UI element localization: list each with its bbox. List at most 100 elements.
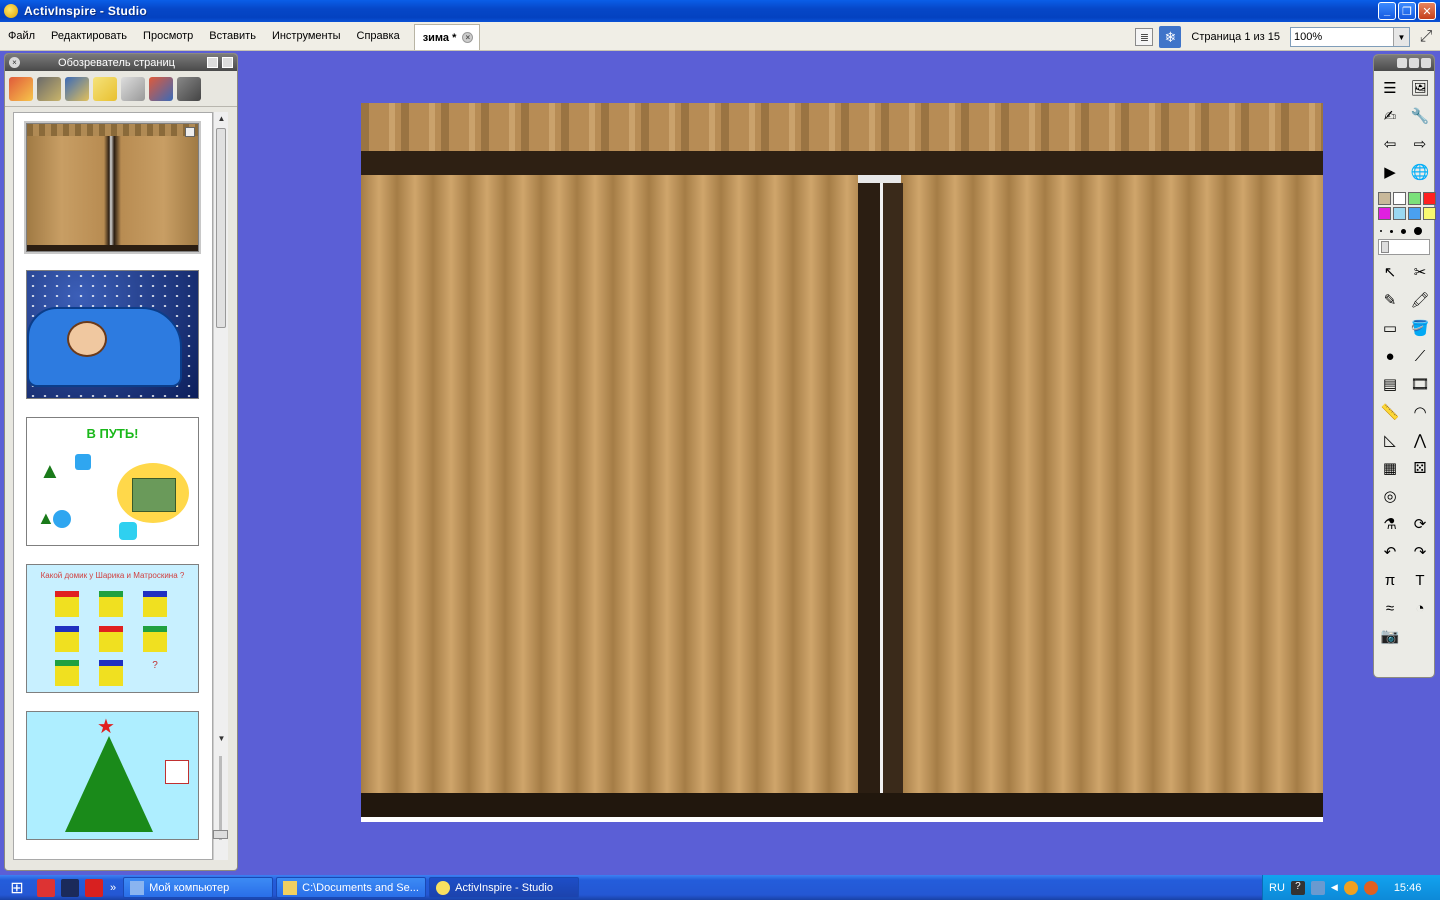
pen-icon[interactable]: ✎ bbox=[1376, 287, 1404, 313]
chevron-down-icon[interactable]: ▼ bbox=[1393, 28, 1409, 46]
panel-close-icon[interactable]: × bbox=[9, 57, 20, 68]
antivirus-icon[interactable] bbox=[37, 878, 55, 897]
zoom-select[interactable]: 100% ▼ bbox=[1290, 27, 1410, 47]
page-browser-icon[interactable]: ▤ bbox=[1376, 371, 1404, 397]
color-swatch[interactable] bbox=[1423, 192, 1436, 205]
handwriting-icon[interactable]: ✍ bbox=[1376, 103, 1404, 129]
page-browser-scrollbar[interactable]: ▲ ▼ bbox=[213, 112, 228, 860]
compass-icon[interactable]: ⋀ bbox=[1406, 427, 1434, 453]
shape-icon[interactable]: ● bbox=[1376, 343, 1404, 369]
action-browser-icon[interactable] bbox=[149, 76, 173, 101]
magic-tools-icon[interactable]: ✂ bbox=[1406, 259, 1434, 285]
color-swatch[interactable] bbox=[1378, 207, 1391, 220]
pen-width-selector[interactable] bbox=[1374, 223, 1434, 239]
minimize-button[interactable]: _ bbox=[1378, 2, 1396, 20]
protractor-icon[interactable]: ◠ bbox=[1406, 399, 1434, 425]
menu-edit[interactable]: Редактировать bbox=[43, 24, 135, 48]
menu-tools[interactable]: Инструменты bbox=[264, 24, 349, 48]
voting-browser-icon[interactable] bbox=[177, 76, 201, 101]
select-icon[interactable]: ↖ bbox=[1376, 259, 1404, 285]
restore-button[interactable]: ❐ bbox=[1398, 2, 1416, 20]
document-tab[interactable]: зима * × bbox=[413, 24, 481, 50]
quicklaunch-more-icon[interactable]: » bbox=[110, 882, 116, 894]
resource-browser-icon[interactable] bbox=[37, 76, 61, 101]
highlighter-icon[interactable]: 🖍 bbox=[1406, 287, 1434, 313]
handwriting-recognition-icon[interactable]: ≈ bbox=[1376, 595, 1404, 621]
color-swatch[interactable] bbox=[1408, 192, 1421, 205]
next-page-icon[interactable]: ⇨ bbox=[1406, 131, 1434, 157]
web-browser-icon[interactable]: 🌐 bbox=[1406, 159, 1434, 185]
task-documents-folder[interactable]: C:\Documents and Se... bbox=[276, 877, 427, 898]
curtain-hem bbox=[27, 245, 198, 251]
menu-view[interactable]: Просмотр bbox=[135, 24, 201, 48]
tools-icon[interactable]: 🔧 bbox=[1406, 103, 1434, 129]
color-swatch[interactable] bbox=[1393, 207, 1406, 220]
thumbnail-size-slider[interactable] bbox=[213, 752, 228, 852]
spotlight-icon[interactable]: ◎ bbox=[1376, 483, 1404, 509]
notes-browser-icon[interactable] bbox=[93, 76, 117, 101]
system-tray: RU ? ◀ 15:46 bbox=[1262, 875, 1440, 900]
start-button[interactable]: ⊞ bbox=[0, 875, 34, 900]
dice-icon[interactable]: ⚄ bbox=[1406, 455, 1434, 481]
resource-library-icon[interactable]: 🎞 bbox=[1406, 371, 1434, 397]
photoshop-icon[interactable] bbox=[61, 878, 79, 897]
color-swatch[interactable] bbox=[1423, 207, 1436, 220]
previous-page-icon[interactable]: ⇦ bbox=[1376, 131, 1404, 157]
property-browser-icon[interactable] bbox=[121, 76, 145, 101]
color-swatch[interactable] bbox=[1393, 192, 1406, 205]
desktop-annotate-icon[interactable]: 🖼 bbox=[1406, 75, 1434, 101]
reset-page-icon[interactable]: ⚗ bbox=[1376, 511, 1404, 537]
scrollbar-thumb[interactable] bbox=[216, 128, 226, 328]
page-thumbnail[interactable] bbox=[24, 121, 201, 254]
clock-icon[interactable]: ◔ bbox=[1406, 595, 1434, 621]
ruler-icon[interactable]: 📏 bbox=[1376, 399, 1404, 425]
slider-handle[interactable] bbox=[1381, 241, 1389, 253]
close-button[interactable]: ✕ bbox=[1418, 2, 1436, 20]
task-activinspire[interactable]: ActivInspire - Studio bbox=[429, 877, 580, 898]
menu-help[interactable]: Справка bbox=[349, 24, 408, 48]
object-browser-icon[interactable] bbox=[65, 76, 89, 101]
width-slider[interactable] bbox=[1378, 239, 1430, 255]
redo-icon[interactable]: ↷ bbox=[1406, 539, 1434, 565]
snowflake-icon[interactable]: ❄ bbox=[1159, 26, 1182, 48]
play-icon[interactable]: ▶ bbox=[1376, 159, 1404, 185]
fill-icon[interactable]: 🪣 bbox=[1406, 315, 1434, 341]
refresh-icon[interactable]: ⟳ bbox=[1406, 511, 1434, 537]
task-my-computer[interactable]: Мой компьютер bbox=[123, 877, 274, 898]
help-icon[interactable]: ? bbox=[1290, 880, 1305, 895]
color-swatch[interactable] bbox=[1378, 192, 1391, 205]
menu-file[interactable]: Файл bbox=[0, 24, 43, 48]
main-menu-icon[interactable]: ☰ bbox=[1376, 75, 1404, 101]
network-icon[interactable] bbox=[1310, 880, 1325, 895]
pi-icon[interactable]: π bbox=[1376, 567, 1404, 593]
page-thumbnail[interactable] bbox=[26, 270, 199, 399]
undo-icon[interactable]: ↶ bbox=[1376, 539, 1404, 565]
connector-icon[interactable]: ⟋ bbox=[1406, 343, 1434, 369]
browser-tray-icon[interactable] bbox=[1363, 880, 1378, 895]
slider-handle[interactable] bbox=[213, 830, 228, 839]
tab-close-icon[interactable]: × bbox=[462, 32, 474, 43]
houses-grid: ? bbox=[55, 591, 179, 687]
page-thumbnail[interactable]: В ПУТЬ! ▲ ▲ bbox=[26, 417, 199, 546]
scroll-up-icon[interactable]: ▲ bbox=[214, 112, 229, 126]
text-icon[interactable]: T bbox=[1406, 567, 1434, 593]
menu-insert[interactable]: Вставить bbox=[201, 24, 264, 48]
scroll-down-icon[interactable]: ▼ bbox=[214, 732, 229, 746]
page-browser-icon[interactable] bbox=[9, 76, 33, 101]
tray-expand-icon[interactable]: ◀ bbox=[1331, 882, 1338, 893]
page-thumbnail[interactable]: ★ bbox=[26, 711, 199, 840]
panel-pin-icon[interactable] bbox=[222, 57, 233, 68]
flipchart-canvas[interactable] bbox=[361, 103, 1323, 822]
color-swatch[interactable] bbox=[1408, 207, 1421, 220]
fullscreen-icon[interactable]: ⤢ bbox=[1416, 27, 1436, 47]
language-indicator[interactable]: RU bbox=[1269, 882, 1285, 894]
acrobat-icon[interactable] bbox=[85, 878, 103, 897]
page-notes-icon[interactable]: ≣ bbox=[1135, 28, 1154, 46]
set-square-icon[interactable]: ◺ bbox=[1376, 427, 1404, 453]
page-thumbnail[interactable]: Какой домик у Шарика и Матроскина ? ? bbox=[26, 564, 199, 693]
eraser-icon[interactable]: ▭ bbox=[1376, 315, 1404, 341]
camera-icon[interactable]: 📷 bbox=[1376, 623, 1404, 649]
panel-menu-icon[interactable] bbox=[207, 57, 218, 68]
calculator-icon[interactable]: ▦ bbox=[1376, 455, 1404, 481]
mail-agent-icon[interactable] bbox=[1343, 880, 1358, 895]
